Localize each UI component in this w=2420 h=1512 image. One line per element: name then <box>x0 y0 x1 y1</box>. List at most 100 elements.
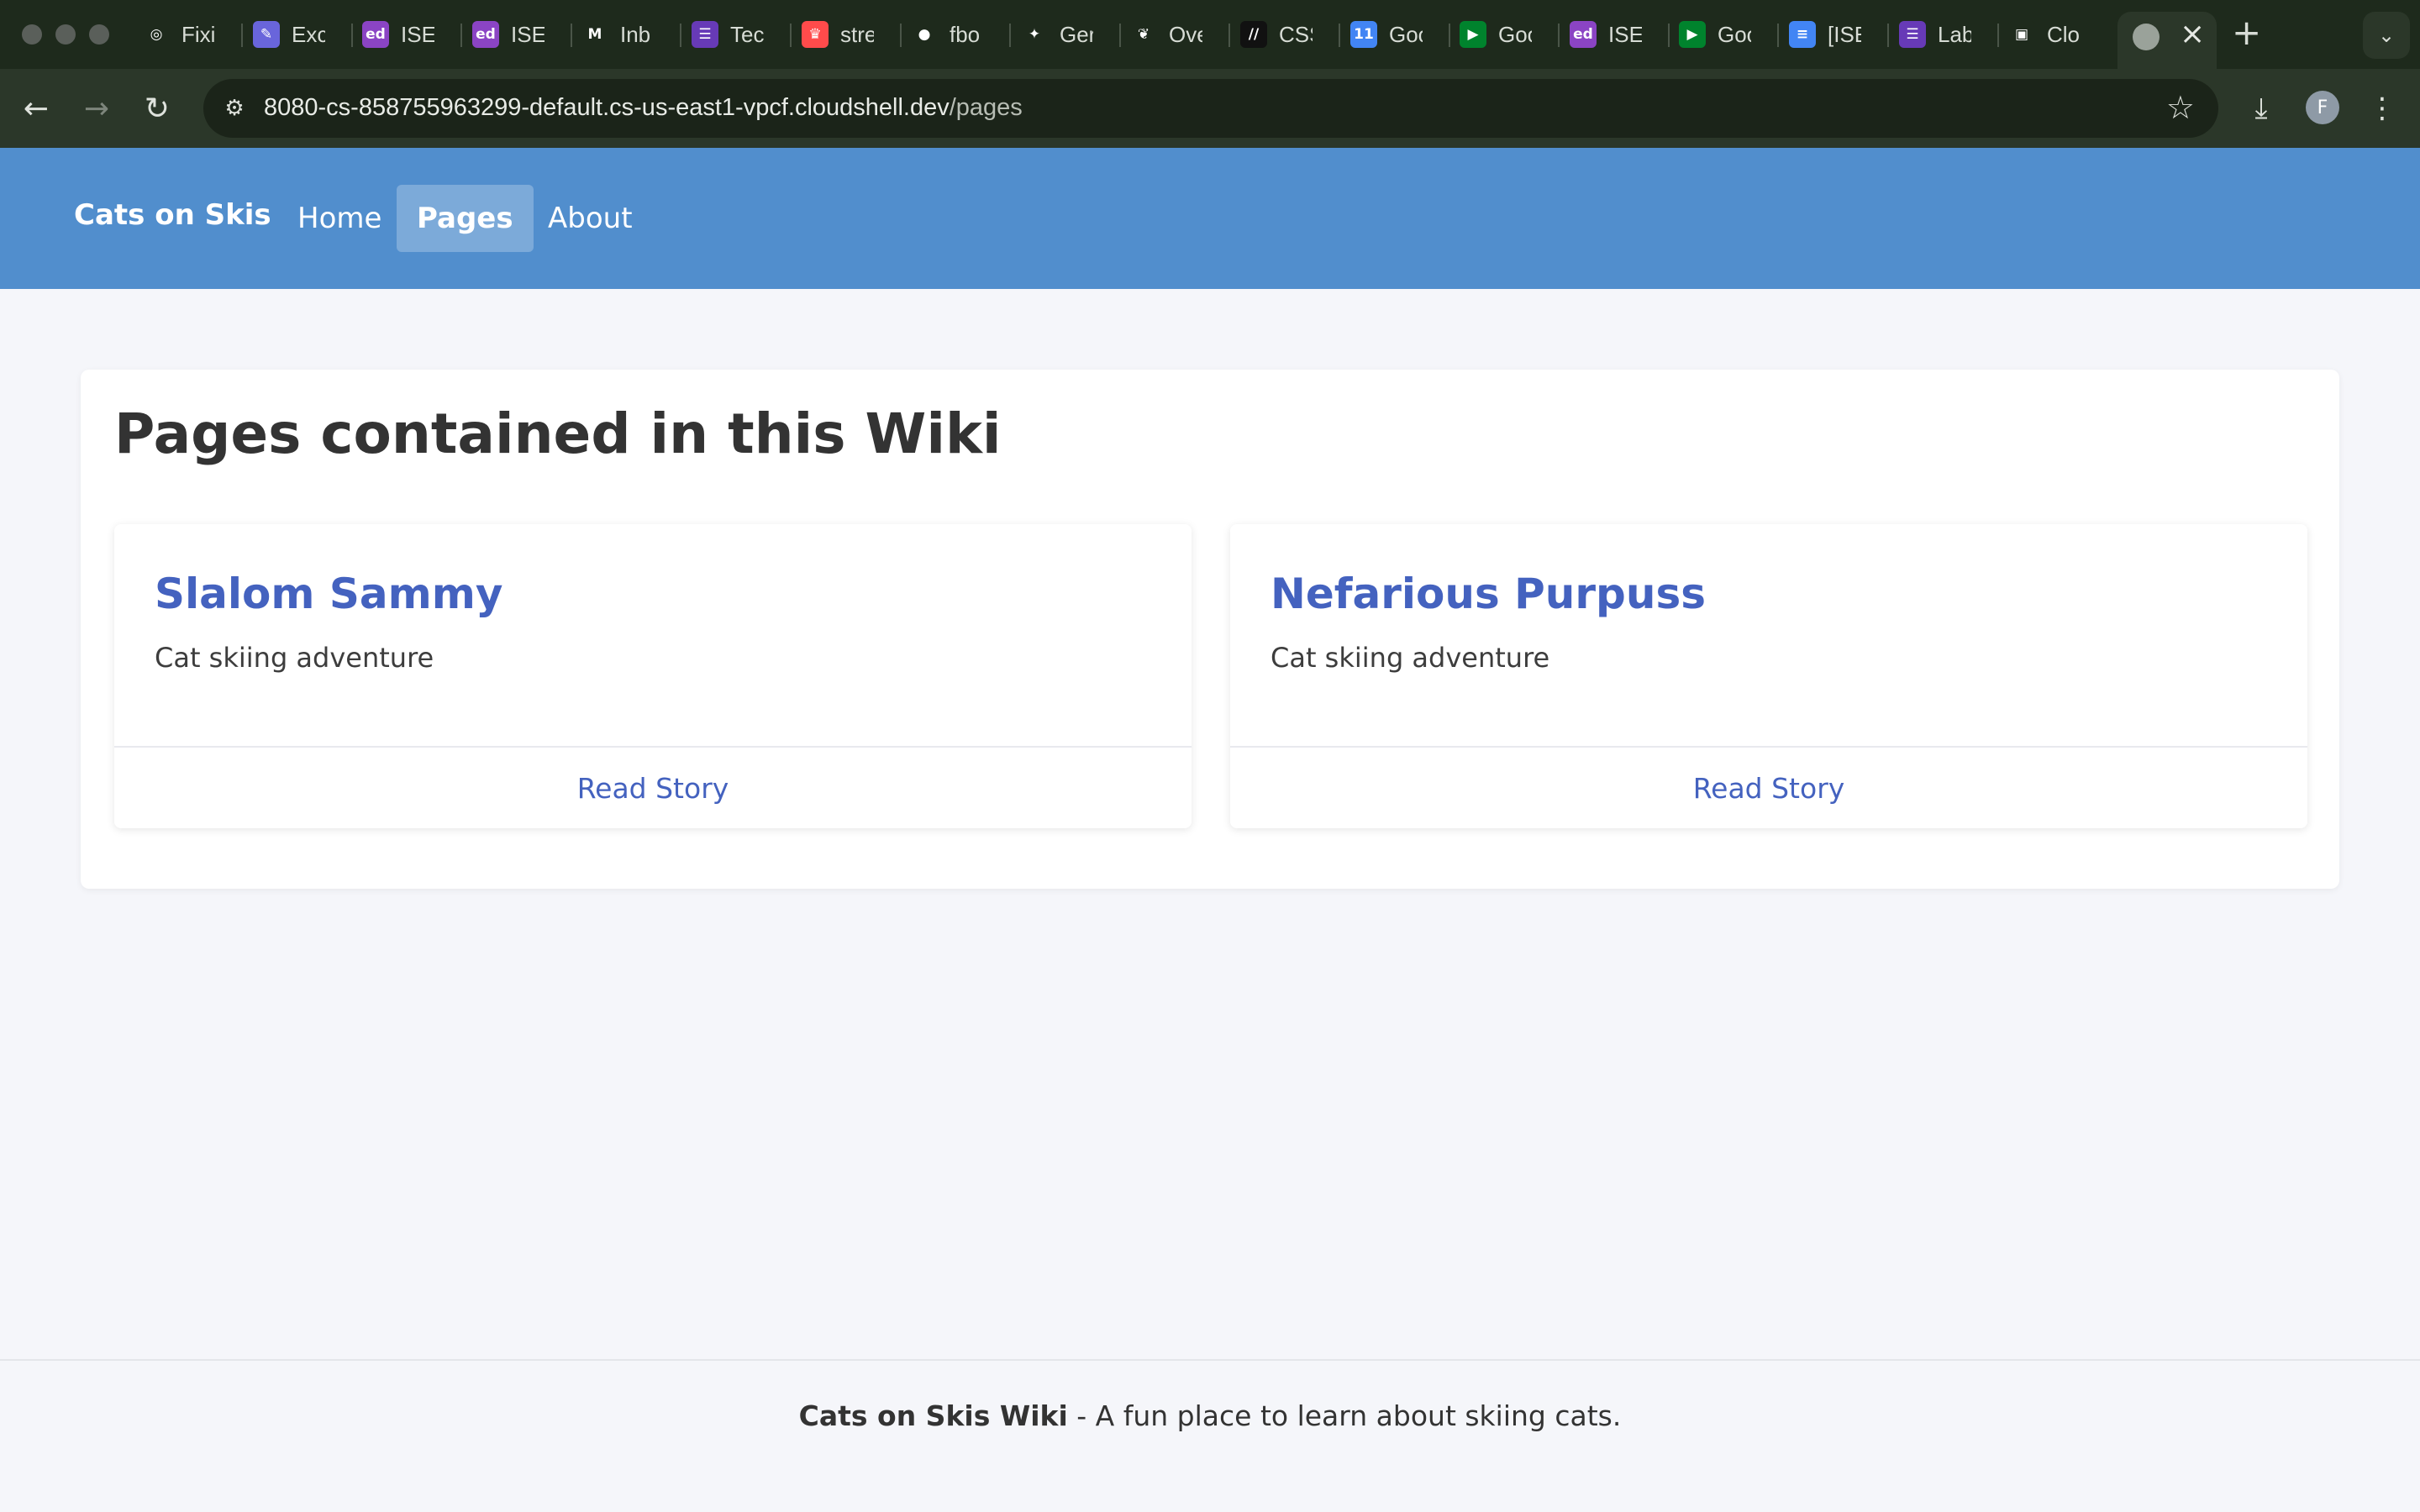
browser-tab-label: ISE <box>1608 21 1642 47</box>
browser-tab-label: Ove <box>1169 21 1202 47</box>
globe-icon <box>2133 24 2160 50</box>
nav-home[interactable]: Home <box>277 185 402 252</box>
browser-tab[interactable]: ♛ stre <box>802 15 874 54</box>
nav-about[interactable]: About <box>528 185 653 252</box>
github-icon: ● <box>911 21 938 48</box>
browser-tab-label: fbo <box>950 21 981 47</box>
browser-tab[interactable]: ed ISE <box>362 15 434 54</box>
browser-tab[interactable]: ☰ Lab <box>1899 15 1971 54</box>
ed-icon: ed <box>362 21 389 48</box>
window-minimize-control[interactable] <box>55 24 76 45</box>
tab-separator <box>1228 24 1230 47</box>
leaf-icon: ❦ <box>1130 21 1157 48</box>
url-text[interactable]: 8080-cs-858755963299-default.cs-us-east1… <box>264 94 1023 122</box>
page-title: Pages contained in this Wiki <box>114 402 1002 466</box>
card-description: Cat skiing adventure <box>1270 642 1550 674</box>
reload-button[interactable]: ↻ <box>134 86 180 131</box>
url-path: /pages <box>949 94 1023 121</box>
ed-icon: ed <box>1570 21 1597 48</box>
calendar-icon: 11 <box>1350 21 1377 48</box>
card-title-link[interactable]: Nefarious Purpuss <box>1270 570 1706 618</box>
browser-tab-label: Ger <box>1060 21 1093 47</box>
browser-tab-label: ISE <box>401 21 434 47</box>
forms-icon: ☰ <box>692 21 718 48</box>
browser-tab-label: Lab <box>1938 21 1971 47</box>
browser-tab-label: CSS <box>1279 21 1313 47</box>
tab-separator <box>1009 24 1011 47</box>
browser-tab[interactable]: // CSS <box>1240 15 1313 54</box>
browser-tab-label: Fixi <box>182 21 215 47</box>
story-card: Slalom Sammy Cat skiing adventure Read S… <box>114 524 1192 828</box>
browser-tab[interactable]: ed ISE <box>472 15 544 54</box>
forward-button[interactable]: → <box>74 86 119 131</box>
tab-separator <box>571 24 572 47</box>
tab-separator <box>1887 24 1889 47</box>
pages-panel: Pages contained in this Wiki Slalom Samm… <box>81 370 2339 889</box>
bookmark-star-icon[interactable]: ☆ <box>2166 89 2195 126</box>
active-tab[interactable]: × <box>2118 12 2217 69</box>
card-title-link[interactable]: Slalom Sammy <box>155 570 502 618</box>
browser-tab[interactable]: 11 Goo <box>1350 15 1423 54</box>
browser-tab-label: Clo <box>2047 21 2081 47</box>
footer-site-name: Cats on Skis Wiki <box>798 1399 1068 1432</box>
browser-tab[interactable]: ▶ Goo <box>1679 15 1751 54</box>
story-card: Nefarious Purpuss Cat skiing adventure R… <box>1230 524 2307 828</box>
window-zoom-control[interactable] <box>89 24 109 45</box>
cloudshell-icon: ▣ <box>2008 21 2035 48</box>
tab-separator <box>1777 24 1779 47</box>
back-button[interactable]: ← <box>13 86 59 131</box>
download-icon[interactable]: ⤓ <box>2238 86 2284 131</box>
browser-tab[interactable]: ✎ Exc <box>253 15 325 54</box>
close-tab-icon[interactable]: × <box>2180 17 2205 51</box>
browser-tab[interactable]: ≡ [ISE <box>1789 15 1861 54</box>
tab-separator <box>1449 24 1450 47</box>
browser-tab-label: stre <box>840 21 874 47</box>
browser-tab-label: Goo <box>1718 21 1751 47</box>
browser-tab[interactable]: ☰ Tec <box>692 15 764 54</box>
browser-tab-label: Exc <box>292 21 325 47</box>
footer-divider <box>0 1359 2420 1361</box>
site-footer: Cats on Skis Wiki - A fun place to learn… <box>0 1399 2420 1432</box>
browser-tab[interactable]: ed ISE <box>1570 15 1642 54</box>
browser-tab-label: Tec <box>730 21 764 47</box>
browser-tab-strip: ◎ Fixi ✎ Exc ed ISE ed ISE M Inb ☰ Tec ♛ stre ● fbo ✦ Ger… <box>0 0 2420 69</box>
new-tab-button[interactable]: + <box>2232 12 2261 53</box>
tab-separator <box>1339 24 1340 47</box>
browser-tab[interactable]: ● fbo <box>911 15 983 54</box>
browser-tab-label: Goo <box>1389 21 1423 47</box>
meet-icon: ▶ <box>1679 21 1706 48</box>
footer-tagline: - A fun place to learn about skiing cats… <box>1067 1399 1622 1432</box>
profile-avatar[interactable]: F <box>2306 91 2339 124</box>
tab-separator <box>460 24 462 47</box>
read-story-link[interactable]: Read Story <box>114 748 1192 828</box>
address-bar[interactable]: ⚙ 8080-cs-858755963299-default.cs-us-eas… <box>203 79 2218 138</box>
gemini-icon: ✦ <box>1021 21 1048 48</box>
browser-tab-label: Inb <box>620 21 651 47</box>
site-navbar: Cats on Skis Home Pages About <box>0 148 2420 289</box>
tab-search-button[interactable]: ⌄ <box>2363 12 2410 59</box>
tab-separator <box>1668 24 1670 47</box>
browser-tab-label: ISE <box>511 21 544 47</box>
browser-tab[interactable]: ▶ Goo <box>1460 15 1532 54</box>
tab-separator <box>790 24 792 47</box>
tab-separator <box>1558 24 1560 47</box>
site-info-icon[interactable]: ⚙ <box>218 92 250 124</box>
browser-tab-label: [ISE <box>1828 21 1861 47</box>
read-story-link[interactable]: Read Story <box>1230 748 2307 828</box>
forms-icon: ☰ <box>1899 21 1926 48</box>
excalidraw-icon: ✎ <box>253 21 280 48</box>
browser-tab[interactable]: M Inb <box>581 15 654 54</box>
browser-tab[interactable]: ❦ Ove <box>1130 15 1202 54</box>
openai-icon: ◎ <box>143 21 170 48</box>
window-close-control[interactable] <box>22 24 42 45</box>
css-icon: // <box>1240 21 1267 48</box>
browser-tab[interactable]: ✦ Ger <box>1021 15 1093 54</box>
nav-pages[interactable]: Pages <box>397 185 534 252</box>
browser-tab[interactable]: ▣ Clo <box>2008 15 2081 54</box>
gmail-icon: M <box>581 21 608 48</box>
menu-icon[interactable]: ⋮ <box>2360 86 2405 131</box>
streamlit-icon: ♛ <box>802 21 829 48</box>
site-brand[interactable]: Cats on Skis <box>74 198 271 232</box>
tab-separator <box>351 24 353 47</box>
browser-tab[interactable]: ◎ Fixi <box>143 15 215 54</box>
